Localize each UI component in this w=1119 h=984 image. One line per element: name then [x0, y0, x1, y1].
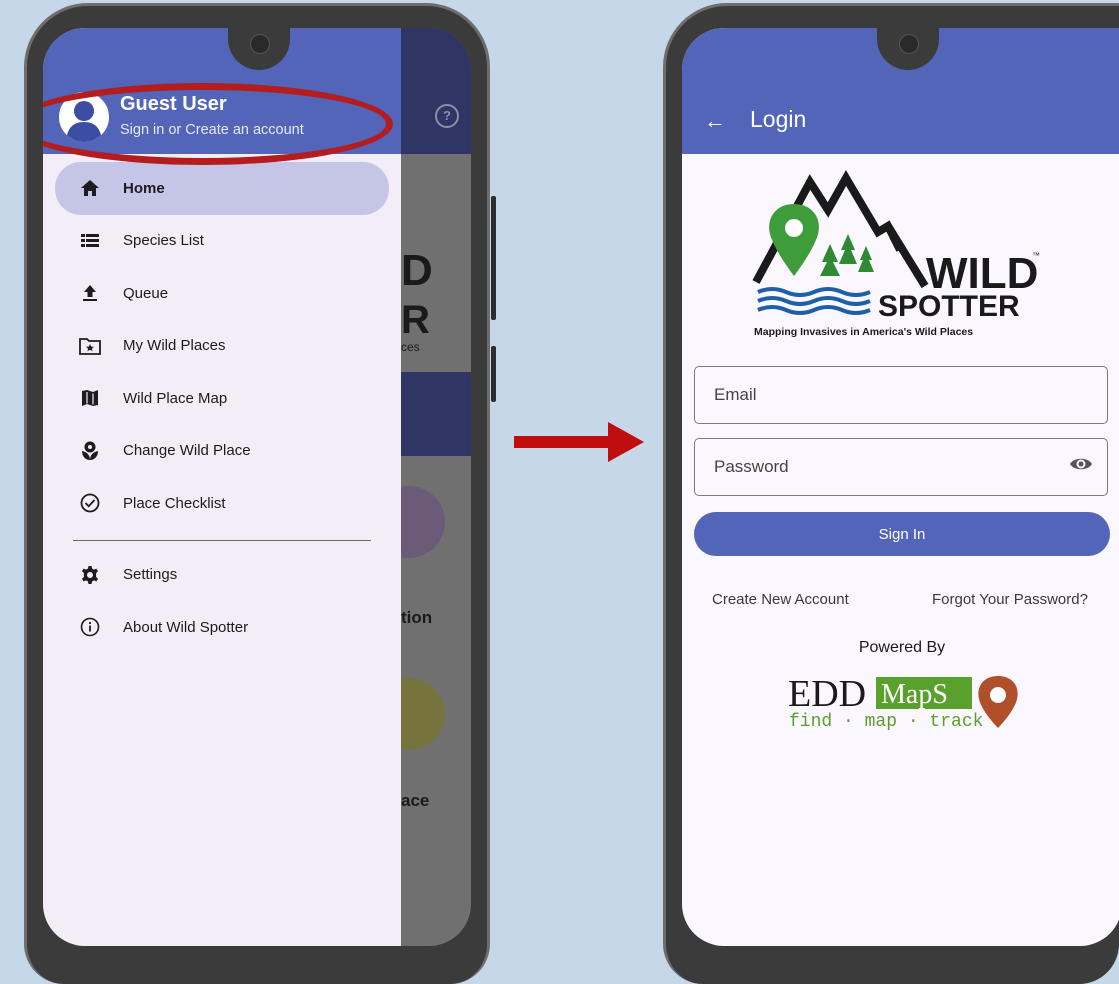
password-field[interactable] [694, 438, 1108, 496]
eddmaps-logo: EDD MapS find · map · track [788, 668, 1028, 732]
menu-item-label: Place Checklist [123, 494, 226, 512]
menu-item-place-checklist[interactable]: Place Checklist [55, 477, 389, 530]
back-arrow-icon[interactable]: ← [704, 108, 726, 134]
show-password-eye-icon[interactable] [1069, 456, 1093, 477]
background-text: ace [401, 791, 430, 810]
right-screen: ← Login WILD SPOTTER ™ Mapping Invasives… [682, 28, 1119, 946]
forgot-password-link[interactable]: Forgot Your Password? [932, 591, 1088, 608]
gear-icon [79, 564, 101, 586]
email-input[interactable] [712, 384, 1056, 406]
folder-star-icon [79, 335, 101, 357]
menu-item-my-wild-places[interactable]: My Wild Places [55, 320, 389, 373]
map-icon [79, 387, 101, 409]
menu-item-label: Settings [123, 566, 178, 584]
upload-icon [79, 282, 101, 304]
create-account-link[interactable]: Create New Account [712, 591, 849, 608]
menu-item-change-wild-place[interactable]: Change Wild Place [55, 425, 389, 478]
navigation-drawer: Guest User Sign in or Create an account … [43, 28, 401, 946]
menu-item-home[interactable]: Home [55, 162, 389, 215]
menu-item-about[interactable]: About Wild Spotter [55, 601, 389, 654]
menu-item-label: Wild Place Map [123, 389, 228, 407]
background-text: R [401, 298, 430, 342]
logo-tagline: Mapping Invasives in America's Wild Plac… [754, 326, 973, 338]
background-text: tion [401, 608, 433, 627]
help-icon: ? [435, 104, 459, 128]
menu-divider [73, 539, 371, 541]
eddmaps-maps: MapS [881, 679, 948, 710]
drawer-menu: Home Species List Queue My Wild Places W… [43, 162, 401, 654]
logo-trademark: ™ [1032, 251, 1040, 260]
email-field[interactable] [694, 366, 1108, 424]
menu-item-label: My Wild Places [123, 337, 226, 355]
side-button [491, 196, 496, 320]
menu-item-label: Change Wild Place [123, 442, 251, 460]
side-button [491, 346, 496, 402]
left-phone-frame: ? D R ces tion ace Guest User Sign in or… [24, 3, 496, 984]
flower-icon [79, 440, 101, 462]
menu-item-label: About Wild Spotter [123, 618, 249, 636]
menu-item-wild-place-map[interactable]: Wild Place Map [55, 372, 389, 425]
menu-item-species-list[interactable]: Species List [55, 215, 389, 268]
left-screen: ? D R ces tion ace Guest User Sign in or… [43, 28, 471, 946]
menu-item-queue[interactable]: Queue [55, 267, 389, 320]
menu-item-settings[interactable]: Settings [55, 549, 389, 602]
transition-arrow [514, 436, 610, 448]
list-icon [79, 230, 101, 252]
powered-by-label: Powered By [858, 639, 946, 656]
eddmaps-tagline: find · map · track [789, 712, 983, 730]
eddmaps-edd: EDD [788, 673, 866, 715]
menu-item-label: Home [123, 179, 165, 197]
transition-arrow-head [608, 422, 644, 462]
page-title: Login [750, 106, 807, 132]
background-text: ces [401, 340, 420, 354]
password-input[interactable] [712, 456, 1056, 478]
sign-in-button[interactable]: Sign In [694, 512, 1110, 556]
logo-word-spotter: SPOTTER [878, 290, 1020, 323]
background-text: D [401, 246, 433, 295]
home-icon [79, 177, 101, 199]
wild-spotter-logo: WILD SPOTTER ™ Mapping Invasives in Amer… [750, 170, 1050, 340]
info-icon [79, 616, 101, 638]
menu-item-label: Species List [123, 232, 204, 250]
right-phone-frame: ← Login WILD SPOTTER ™ Mapping Invasives… [663, 3, 1119, 984]
check-circle-icon [79, 492, 101, 514]
menu-item-label: Queue [123, 284, 169, 302]
